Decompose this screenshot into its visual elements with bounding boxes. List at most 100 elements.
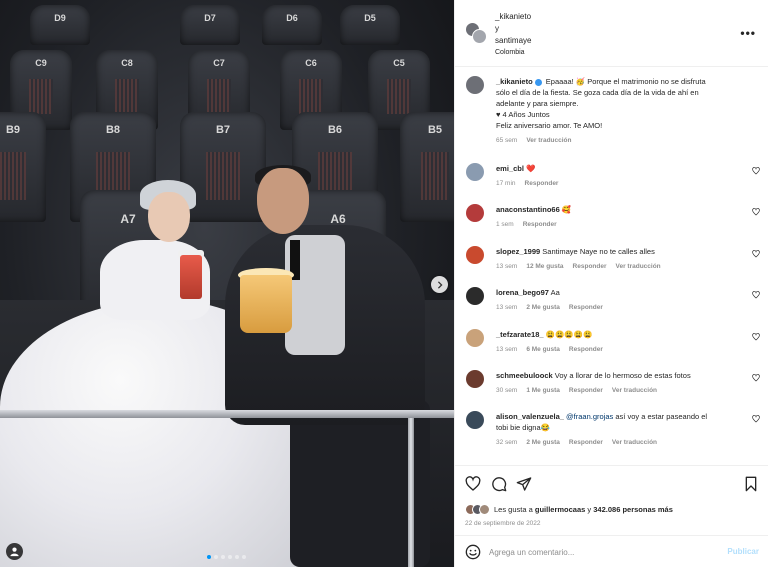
comment-text: Santimaye Naye no te calles alles xyxy=(542,247,655,256)
heart-icon[interactable] xyxy=(752,374,760,382)
handrail-post xyxy=(408,418,414,567)
seat-b9: B9 xyxy=(0,112,46,222)
handrail xyxy=(0,410,454,418)
translate-link[interactable]: Ver traducción xyxy=(612,437,657,448)
heart-icon[interactable] xyxy=(752,167,760,175)
comment-text: 🥰 xyxy=(561,205,572,214)
likes-user[interactable]: guillermocaas xyxy=(535,505,585,514)
carousel-dot-5[interactable] xyxy=(235,555,239,559)
carousel-dot-1[interactable] xyxy=(207,555,211,559)
likes-connector: y xyxy=(587,505,592,514)
caption-line-2: sólo el día de la fiesta. Se goza cada d… xyxy=(496,88,699,97)
bride-head xyxy=(148,192,190,242)
reply-button[interactable]: Responder xyxy=(569,344,603,355)
comment-text: Voy a llorar de lo hermoso de estas foto… xyxy=(554,371,691,380)
likes-count[interactable]: 342.086 personas más xyxy=(593,505,673,514)
popcorn-box xyxy=(240,275,292,333)
avatar[interactable] xyxy=(466,246,484,264)
avatar[interactable] xyxy=(466,204,484,222)
avatar[interactable] xyxy=(466,329,484,347)
seat-b5: B5 xyxy=(400,112,454,222)
comment-text: Aa xyxy=(550,288,560,297)
avatar[interactable] xyxy=(466,287,484,305)
reply-button[interactable]: Responder xyxy=(569,385,603,396)
avatar[interactable] xyxy=(472,29,487,44)
likes-prefix: Les gusta a xyxy=(494,505,533,514)
comment-likes[interactable]: 1 Me gusta xyxy=(526,385,560,396)
soda-cup xyxy=(180,255,202,299)
comment-text-line-2: tobi bie digna😂 xyxy=(496,423,550,432)
groom-head xyxy=(257,168,309,234)
carousel-dots xyxy=(207,555,246,559)
seat-d5: D5 xyxy=(340,5,400,45)
caption-time[interactable]: 65 sem xyxy=(496,135,517,146)
comment-user[interactable]: slopez_1999 xyxy=(496,247,540,256)
user-icon[interactable] xyxy=(6,543,23,560)
comment-composer: Publicar xyxy=(455,535,768,567)
post-photo[interactable]: C9 C8 C7 C6 C5 D9 D7 D6 D5 B9 B8 B7 B6 B… xyxy=(0,0,454,567)
comment-time[interactable]: 32 sem xyxy=(496,437,517,448)
caption-translate-link[interactable]: Ver traducción xyxy=(526,135,571,146)
avatar xyxy=(479,504,490,515)
reply-button[interactable]: Responder xyxy=(523,219,557,230)
comment-likes[interactable]: 2 Me gusta xyxy=(526,302,560,313)
reply-button[interactable]: Responder xyxy=(569,302,603,313)
carousel-dot-3[interactable] xyxy=(221,555,225,559)
comment-mention[interactable]: @fraan.grojas xyxy=(566,412,613,421)
post-side-panel: _kikanieto y santimaye Colombia ••• _kik… xyxy=(454,0,768,567)
seat-d9: D9 xyxy=(30,5,90,45)
avatar[interactable] xyxy=(466,163,484,181)
comment-likes[interactable]: 2 Me gusta xyxy=(526,437,560,448)
header-location[interactable]: Colombia xyxy=(495,47,531,59)
avatar[interactable] xyxy=(466,76,484,94)
comment-user[interactable]: _tefzarate18_ xyxy=(496,330,544,339)
seat-d6: D6 xyxy=(262,5,322,45)
bookmark-icon[interactable] xyxy=(743,476,759,492)
heart-icon[interactable] xyxy=(752,415,760,423)
comment-text: 😩😩😩😩😩 xyxy=(545,330,593,339)
comment-user[interactable]: emi_cbl xyxy=(496,164,524,173)
comment-time[interactable]: 13 sem xyxy=(496,261,517,272)
comment-user[interactable]: anaconstantino66 xyxy=(496,205,560,214)
heart-icon[interactable] xyxy=(752,208,760,216)
emoji-icon[interactable] xyxy=(465,544,481,560)
comment-likes[interactable]: 12 Me gusta xyxy=(526,261,563,272)
carousel-dot-4[interactable] xyxy=(228,555,232,559)
header-connector: y xyxy=(495,24,499,33)
comment-time[interactable]: 13 sem xyxy=(496,302,517,313)
avatar[interactable] xyxy=(466,370,484,388)
comment-time[interactable]: 1 sem xyxy=(496,219,514,230)
avatar[interactable] xyxy=(466,411,484,429)
comment-user[interactable]: alison_valenzuela_ xyxy=(496,412,564,421)
comments-list[interactable]: _kikanieto Epaaaa! 🥳 Porque el matrimoni… xyxy=(455,67,768,465)
reply-button[interactable]: Responder xyxy=(525,178,559,189)
comment-time[interactable]: 13 sem xyxy=(496,344,517,355)
heart-icon[interactable] xyxy=(752,333,760,341)
heart-icon[interactable] xyxy=(465,476,481,492)
send-icon[interactable] xyxy=(516,476,532,492)
chevron-right-icon[interactable] xyxy=(431,276,448,293)
header-user-1[interactable]: _kikanieto xyxy=(495,11,531,23)
heart-icon[interactable] xyxy=(752,250,760,258)
more-horizontal-icon[interactable]: ••• xyxy=(740,26,756,40)
reply-button[interactable]: Responder xyxy=(569,437,603,448)
reply-button[interactable]: Responder xyxy=(573,261,607,272)
comment-likes[interactable]: 6 Me gusta xyxy=(526,344,560,355)
publish-button[interactable]: Publicar xyxy=(727,547,759,556)
comment-icon[interactable] xyxy=(491,476,507,492)
translate-link[interactable]: Ver traducción xyxy=(612,385,657,396)
collab-avatars[interactable] xyxy=(465,22,487,44)
comment-user[interactable]: schmeebuloock xyxy=(496,371,553,380)
carousel-dot-6[interactable] xyxy=(242,555,246,559)
comment-time[interactable]: 17 min xyxy=(496,178,516,189)
heart-icon[interactable] xyxy=(752,291,760,299)
translate-link[interactable]: Ver traducción xyxy=(616,261,661,272)
caption-line-5: Feliz aniversario amor. Te AMO! xyxy=(496,121,603,130)
comment-time[interactable]: 30 sem xyxy=(496,385,517,396)
comment-user[interactable]: lorena_bego97 xyxy=(496,288,549,297)
comment-input[interactable] xyxy=(489,543,719,561)
header-user-2[interactable]: santimaye xyxy=(495,35,531,47)
caption-user[interactable]: _kikanieto xyxy=(496,77,533,86)
likes-summary[interactable]: Les gusta a guillermocaas y 342.086 pers… xyxy=(465,504,673,515)
carousel-dot-2[interactable] xyxy=(214,555,218,559)
